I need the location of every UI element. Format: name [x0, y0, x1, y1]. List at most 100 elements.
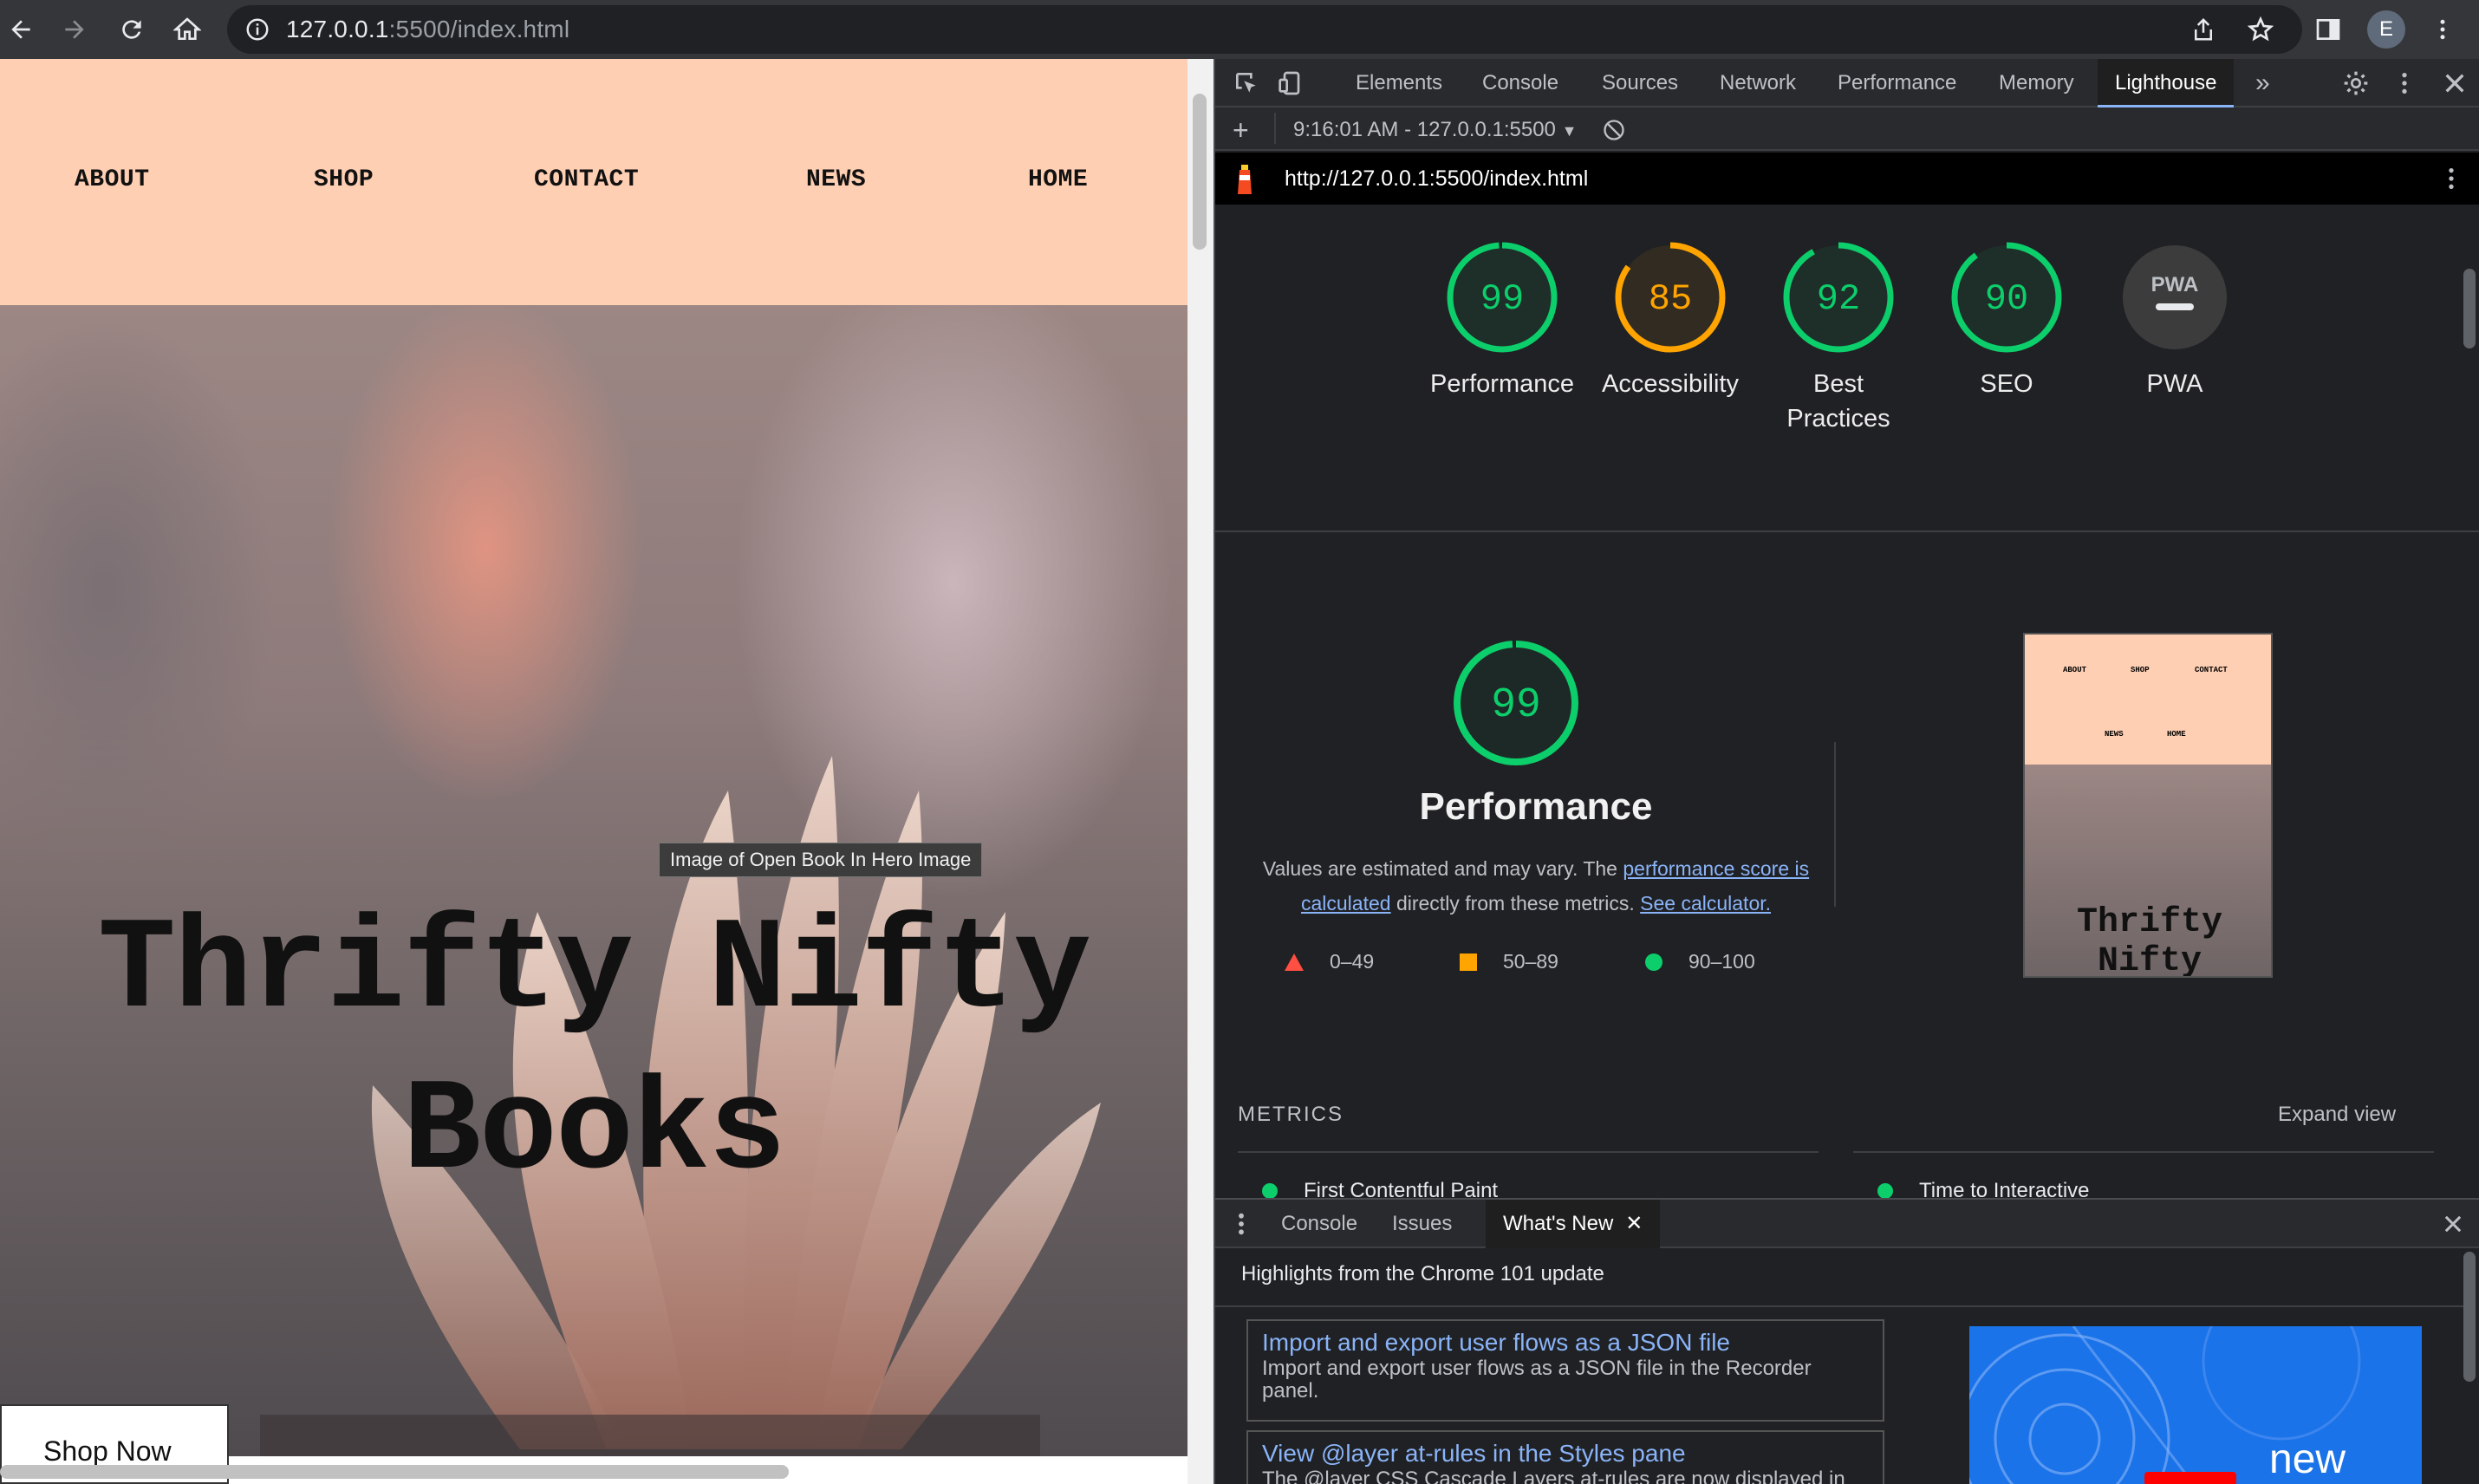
metrics-rule-right: [1853, 1151, 2434, 1153]
gauge-label: Performance: [1429, 370, 1574, 398]
gauge-best-practices[interactable]: 92 Best Practices: [1754, 239, 1923, 436]
gauge-score: 85: [1649, 278, 1692, 320]
close-devtools-icon[interactable]: [2441, 69, 2469, 97]
gauge-ring: 85: [1615, 242, 1726, 353]
page-vertical-scrollbar[interactable]: [1193, 94, 1207, 250]
nav-home[interactable]: HOME: [1028, 166, 1088, 193]
devtools-menu-icon[interactable]: [2391, 69, 2418, 97]
profile-avatar[interactable]: E: [2367, 10, 2405, 49]
card-2-title[interactable]: View @layer at-rules in the Styles pane: [1262, 1439, 1869, 1468]
final-screenshot-thumbnail: ABOUT SHOP CONTACT NEWS HOME Thrifty Nif…: [2023, 633, 2273, 978]
see-calculator-link[interactable]: See calculator.: [1640, 892, 1771, 914]
report-menu-icon[interactable]: [2437, 165, 2465, 192]
tab-lighthouse[interactable]: Lighthouse: [2098, 59, 2235, 107]
home-icon[interactable]: [166, 9, 208, 50]
pwa-dash: [2156, 303, 2194, 310]
metrics-heading: METRICS: [1238, 1103, 1344, 1126]
gauge-label: Best Practices: [1786, 370, 1890, 433]
hero-title-line-1: Thrifty Nifty: [97, 898, 1091, 1045]
close-whats-new-icon[interactable]: ✕: [1625, 1212, 1643, 1235]
page-content: ABOUT SHOP CONTACT NEWS HOME Image of Op…: [0, 59, 1187, 1456]
inspect-element-icon[interactable]: [1233, 69, 1260, 97]
share-icon[interactable]: [2183, 9, 2224, 50]
gauge-pwa[interactable]: PWA PWA: [2091, 239, 2259, 401]
drawer-tab-issues[interactable]: Issues: [1392, 1200, 1452, 1248]
gauge-seo[interactable]: 90 SEO: [1923, 239, 2091, 401]
nav-news[interactable]: NEWS: [806, 166, 866, 193]
back-icon[interactable]: [0, 9, 42, 50]
thumb-nav: ABOUT SHOP CONTACT NEWS HOME: [2025, 635, 2271, 765]
device-toolbar-icon[interactable]: [1278, 69, 1305, 97]
whats-new-card-2[interactable]: View @layer at-rules in the Styles pane …: [1246, 1430, 1884, 1484]
nav-contact[interactable]: CONTACT: [534, 166, 639, 193]
screen: 127.0.0.1:5500/index.html E ABOUT SHOP C…: [0, 0, 2479, 1484]
report-url[interactable]: http://127.0.0.1:5500/index.html: [1285, 166, 1588, 192]
tab-performance[interactable]: Performance: [1838, 59, 1956, 107]
youtube-play-icon[interactable]: [2144, 1472, 2236, 1484]
video-caption: new: [2269, 1436, 2346, 1482]
whats-new-video[interactable]: new: [1969, 1326, 2422, 1484]
perf-divider: [1834, 742, 1836, 907]
legend-fail: 0–49: [1285, 950, 1374, 973]
page-horizontal-scrollbar[interactable]: [0, 1465, 789, 1479]
tab-network[interactable]: Network: [1720, 59, 1796, 107]
performance-big-score: 99: [1491, 682, 1541, 729]
browser-toolbar: 127.0.0.1:5500/index.html E: [0, 0, 2479, 59]
report-select[interactable]: 9:16:01 AM - 127.0.0.1:5500 ▼: [1293, 118, 1577, 142]
devtools-drawer: Console Issues What's New ✕ Highlights fr…: [1215, 1198, 2479, 1484]
url-text: 127.0.0.1:5500/index.html: [286, 16, 570, 42]
report-scrollbar[interactable]: [2463, 269, 2476, 348]
performance-big-gauge: 99: [1454, 641, 1578, 765]
tab-sources[interactable]: Sources: [1602, 59, 1678, 107]
metric-fcp: First Contentful Paint: [1262, 1179, 1498, 1198]
more-tabs-icon[interactable]: »: [2255, 59, 2270, 107]
drawer-tab-whats-new[interactable]: What's New ✕: [1486, 1200, 1661, 1248]
settings-gear-icon[interactable]: [2342, 69, 2370, 97]
devtools-panel: Elements Console Sources Network Perform…: [1213, 59, 2479, 1484]
toolbar-divider: [1274, 113, 1276, 144]
gauge-score: 90: [1985, 278, 2028, 320]
forward-icon[interactable]: [54, 9, 95, 50]
card-1-title[interactable]: Import and export user flows as a JSON f…: [1262, 1328, 1869, 1357]
gauge-label: Accessibility: [1602, 370, 1739, 398]
lighthouse-logo-icon: [1238, 165, 1252, 194]
side-panel-icon[interactable]: [2307, 9, 2349, 50]
nav-shop[interactable]: SHOP: [314, 166, 374, 193]
whats-new-highlights: Highlights from the Chrome 101 update: [1241, 1262, 1604, 1285]
close-drawer-icon[interactable]: [2441, 1212, 2465, 1236]
fail-triangle-icon: [1285, 953, 1304, 971]
legend-average: 50–89: [1460, 950, 1558, 973]
address-bar[interactable]: 127.0.0.1:5500/index.html: [227, 5, 2302, 54]
clear-reports-icon[interactable]: [1602, 118, 1626, 142]
report-url-bar: http://127.0.0.1:5500/index.html: [1215, 153, 2479, 205]
site-info-icon[interactable]: [244, 16, 270, 42]
drawer-scrollbar[interactable]: [2463, 1252, 2476, 1382]
nav-about[interactable]: ABOUT: [75, 166, 150, 193]
lighthouse-report: 99 Performance 85 Accessibility 92 Best Pract…: [1215, 205, 2479, 1198]
open-book-illustration: [260, 756, 1101, 1456]
pass-circle-icon: [1645, 953, 1662, 971]
tab-console[interactable]: Console: [1482, 59, 1558, 107]
tab-elements[interactable]: Elements: [1356, 59, 1442, 107]
browser-menu-icon[interactable]: [2422, 9, 2463, 50]
gauge-accessibility[interactable]: 85 Accessibility: [1586, 239, 1754, 401]
drawer-tab-console[interactable]: Console: [1281, 1200, 1357, 1248]
image-tooltip: Image of Open Book In Hero Image: [659, 843, 983, 877]
whats-new-card-1[interactable]: Import and export user flows as a JSON f…: [1246, 1319, 1884, 1422]
pwa-badge-text: PWA: [2151, 273, 2199, 296]
gauge-ring: 99: [1447, 242, 1558, 353]
expand-view-toggle[interactable]: Expand view: [2278, 1103, 2396, 1127]
drawer-tab-bar: Console Issues What's New ✕: [1215, 1200, 2479, 1248]
devtools-tab-bar: Elements Console Sources Network Perform…: [1215, 59, 2479, 107]
legend-pass: 90–100: [1645, 950, 1755, 973]
performance-description: Values are estimated and may vary. The p…: [1262, 857, 1810, 914]
card-1-desc: Import and export user flows as a JSON f…: [1262, 1357, 1812, 1403]
new-report-icon[interactable]: +: [1233, 114, 1249, 146]
gauges-divider: [1215, 530, 2479, 532]
bookmark-star-icon[interactable]: [2240, 9, 2281, 50]
tab-memory[interactable]: Memory: [1999, 59, 2074, 107]
reload-icon[interactable]: [111, 9, 153, 50]
drawer-menu-icon[interactable]: [1231, 1212, 1252, 1236]
gauge-ring: 90: [1951, 242, 2062, 353]
gauge-performance[interactable]: 99 Performance: [1418, 239, 1586, 401]
